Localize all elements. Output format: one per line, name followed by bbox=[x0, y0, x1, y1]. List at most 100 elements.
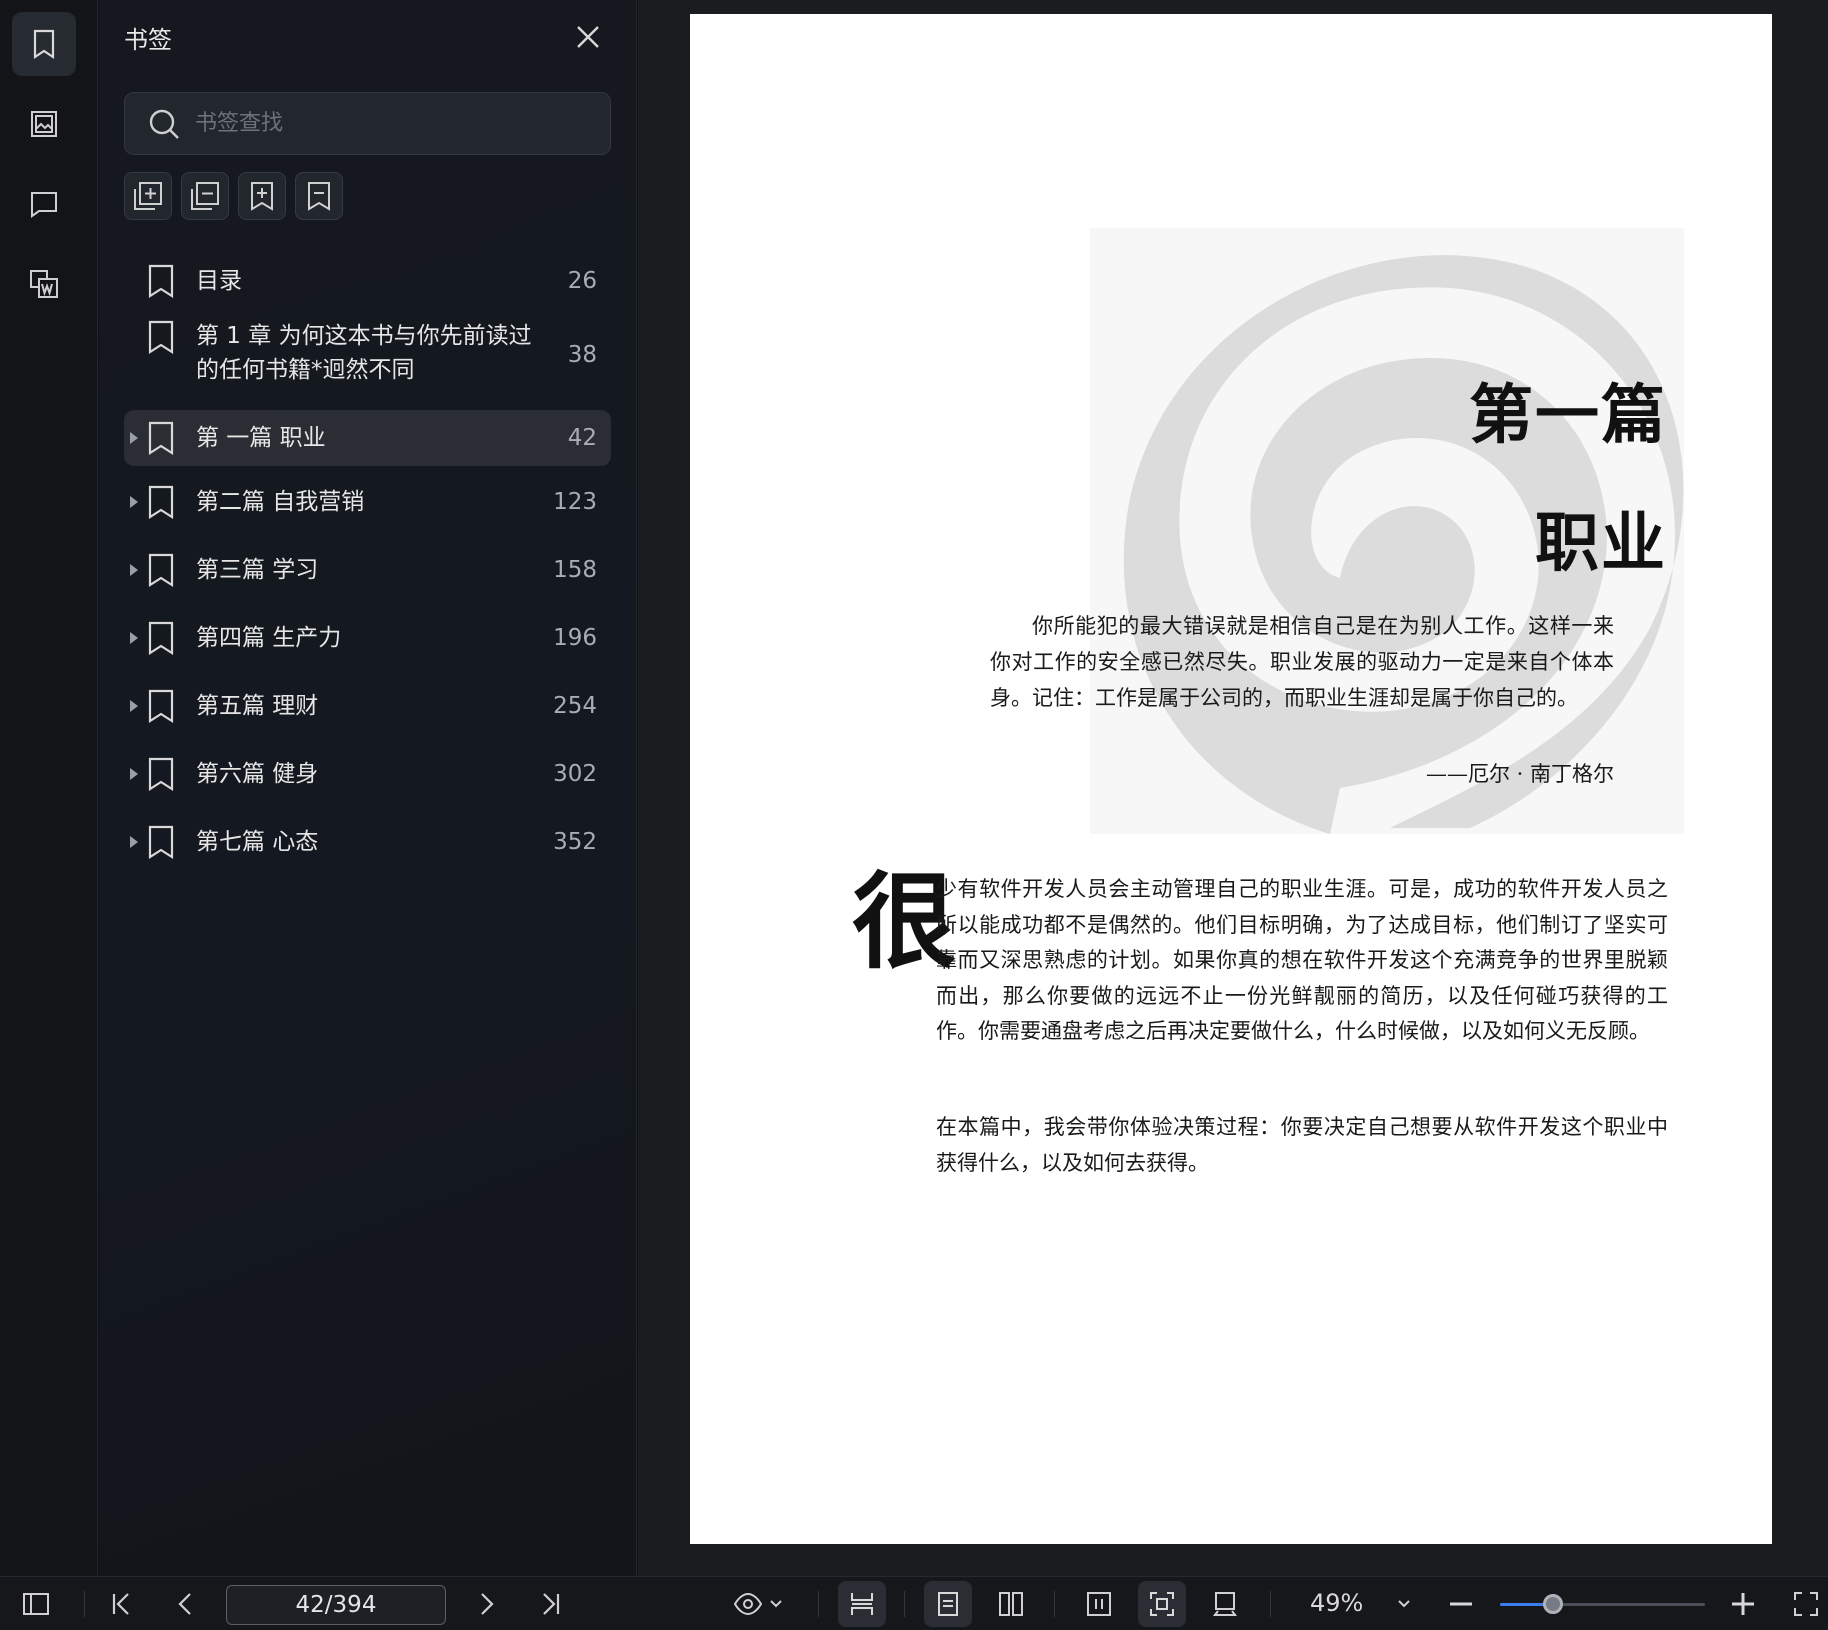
remove-bookmark-icon bbox=[191, 182, 219, 210]
rail-bookmark-button[interactable] bbox=[12, 12, 76, 76]
bookmark-label: 第三篇 学习 bbox=[196, 557, 319, 583]
zoom-in-button[interactable] bbox=[1728, 1585, 1758, 1623]
image-icon bbox=[31, 111, 57, 137]
bookmark-item[interactable]: 第 1 章 为何这本书与你先前读过的任何书籍*迥然不同 38 bbox=[124, 312, 611, 398]
bookmark-page: 302 bbox=[553, 761, 597, 787]
pdf-page: 第一篇 职业 你所能犯的最大错误就是相信自己是在为别人工作。这样一来你对工作的安… bbox=[690, 14, 1772, 1544]
bookmark-item[interactable]: 第七篇 心态 352 bbox=[124, 808, 611, 876]
expand-arrow-icon[interactable] bbox=[130, 700, 138, 712]
actual-size-icon bbox=[1150, 1592, 1174, 1616]
expand-bookmark-button[interactable] bbox=[238, 172, 286, 220]
bookmark-item[interactable]: 第五篇 理财 254 bbox=[124, 672, 611, 740]
panel-title: 书签 bbox=[124, 26, 172, 54]
bookmark-minus-icon bbox=[308, 182, 330, 211]
actual-size-button[interactable] bbox=[1145, 1585, 1179, 1623]
bookmark-label: 第六篇 健身 bbox=[196, 761, 319, 787]
fit-width-button[interactable] bbox=[845, 1585, 879, 1623]
bookmark-label: 第 1 章 为何这本书与你先前读过的任何书籍*迥然不同 bbox=[196, 323, 532, 383]
bookmark-icon bbox=[148, 421, 174, 455]
bookmark-icon bbox=[33, 29, 55, 60]
bookmark-page: 158 bbox=[553, 557, 597, 583]
document-viewport[interactable]: 第一篇 职业 你所能犯的最大错误就是相信自己是在为别人工作。这样一来你对工作的安… bbox=[638, 0, 1828, 1576]
double-page-icon bbox=[999, 1592, 1023, 1616]
bookmark-page: 196 bbox=[553, 625, 597, 651]
expand-arrow-icon[interactable] bbox=[130, 432, 138, 444]
bookmark-search-input[interactable] bbox=[195, 111, 575, 136]
bookmark-icon bbox=[148, 320, 174, 354]
bookmark-toolbar bbox=[124, 172, 343, 220]
zoom-slider-handle[interactable] bbox=[1543, 1594, 1564, 1614]
left-rail bbox=[0, 0, 98, 1576]
body-paragraph-2: 在本篇中，我会带你体验决策过程：你要决定自己想要从软件开发这个职业中获得什么，以… bbox=[936, 1115, 1668, 1175]
zoom-dropdown[interactable] bbox=[1392, 1585, 1416, 1623]
bookmark-item[interactable]: 第三篇 学习 158 bbox=[124, 536, 611, 604]
paragraph-1-text: 少有软件开发人员会主动管理自己的职业生涯。可是，成功的软件开发人员之所以能成功都… bbox=[936, 877, 1668, 1043]
search-icon bbox=[149, 109, 179, 139]
body-paragraph-1: 少有软件开发人员会主动管理自己的职业生涯。可是，成功的软件开发人员之所以能成功都… bbox=[936, 872, 1668, 1050]
bookmark-label: 目录 bbox=[196, 268, 242, 294]
rotate-button[interactable] bbox=[1208, 1585, 1242, 1623]
zoom-slider[interactable] bbox=[1500, 1594, 1705, 1614]
bookmark-list: 目录 26 第 1 章 为何这本书与你先前读过的任何书籍*迥然不同 38 第 一… bbox=[124, 250, 611, 876]
rail-convert-button[interactable] bbox=[12, 252, 76, 316]
last-page-icon bbox=[543, 1593, 560, 1615]
bookmark-label: 第 一篇 职业 bbox=[196, 425, 326, 451]
epigraph-author: ——厄尔 · 南丁格尔 bbox=[1425, 762, 1614, 786]
prev-page-button[interactable] bbox=[170, 1585, 202, 1623]
toggle-sidebar-button[interactable] bbox=[18, 1585, 54, 1623]
bookmark-item[interactable]: 第四篇 生产力 196 bbox=[124, 604, 611, 672]
bookmark-page: 254 bbox=[553, 693, 597, 719]
close-icon bbox=[577, 26, 599, 48]
bookmark-item-selected[interactable]: 第 一篇 职业 42 bbox=[124, 410, 611, 466]
comment-icon bbox=[31, 192, 57, 218]
view-mode-dropdown[interactable] bbox=[728, 1585, 788, 1623]
expand-arrow-icon[interactable] bbox=[130, 768, 138, 780]
bookmark-page: 42 bbox=[567, 425, 597, 451]
close-panel-button[interactable] bbox=[571, 20, 605, 54]
expand-arrow-icon[interactable] bbox=[130, 496, 138, 508]
expand-arrow-icon[interactable] bbox=[130, 836, 138, 848]
chevron-right-icon bbox=[481, 1593, 494, 1615]
bookmark-label: 第五篇 理财 bbox=[196, 693, 319, 719]
eye-icon bbox=[733, 1592, 763, 1616]
page-number-input[interactable] bbox=[226, 1585, 446, 1625]
bookmark-panel: 书签 目录 26 第 1 章 为何这本书与你先前读过的任何书籍*迥然不同 38 bbox=[99, 0, 637, 1576]
bookmark-item[interactable]: 目录 26 bbox=[124, 250, 611, 312]
part-title: 第一篇 bbox=[1469, 378, 1667, 453]
part-name: 职业 bbox=[1535, 506, 1667, 581]
bookmark-item[interactable]: 第二篇 自我营销 123 bbox=[124, 468, 611, 536]
bookmark-page: 38 bbox=[567, 342, 597, 368]
fullscreen-button[interactable] bbox=[1790, 1585, 1822, 1623]
add-bookmark-icon bbox=[134, 182, 162, 210]
rail-comment-button[interactable] bbox=[12, 172, 76, 236]
chevron-down-icon bbox=[1398, 1600, 1410, 1608]
collapse-bookmark-button[interactable] bbox=[295, 172, 343, 220]
remove-bookmark-button[interactable] bbox=[181, 172, 229, 220]
bookmark-page: 26 bbox=[567, 268, 597, 294]
double-page-button[interactable] bbox=[994, 1585, 1028, 1623]
next-page-button[interactable] bbox=[470, 1585, 502, 1623]
bookmark-page: 352 bbox=[553, 829, 597, 855]
expand-arrow-icon[interactable] bbox=[130, 632, 138, 644]
first-page-button[interactable] bbox=[106, 1585, 138, 1623]
zoom-level[interactable]: 49% bbox=[1310, 1589, 1363, 1617]
bookmark-page: 123 bbox=[553, 489, 597, 515]
add-bookmark-button[interactable] bbox=[124, 172, 172, 220]
rail-thumbnail-button[interactable] bbox=[12, 92, 76, 156]
bookmark-icon bbox=[148, 621, 174, 655]
bookmark-icon bbox=[148, 825, 174, 859]
fit-page-button[interactable] bbox=[1082, 1585, 1116, 1623]
fit-page-icon bbox=[1087, 1592, 1111, 1616]
zoom-out-button[interactable] bbox=[1446, 1585, 1476, 1623]
bookmark-icon bbox=[148, 553, 174, 587]
single-page-button[interactable] bbox=[931, 1585, 965, 1623]
bookmark-icon bbox=[148, 689, 174, 723]
convert-word-icon bbox=[30, 270, 58, 298]
bookmark-label: 第二篇 自我营销 bbox=[196, 489, 365, 515]
bookmark-item[interactable]: 第六篇 健身 302 bbox=[124, 740, 611, 808]
expand-arrow-icon[interactable] bbox=[130, 564, 138, 576]
bookmark-icon bbox=[148, 485, 174, 519]
fit-width-icon bbox=[851, 1593, 873, 1615]
status-bar: 49% bbox=[0, 1576, 1828, 1630]
last-page-button[interactable] bbox=[534, 1585, 566, 1623]
